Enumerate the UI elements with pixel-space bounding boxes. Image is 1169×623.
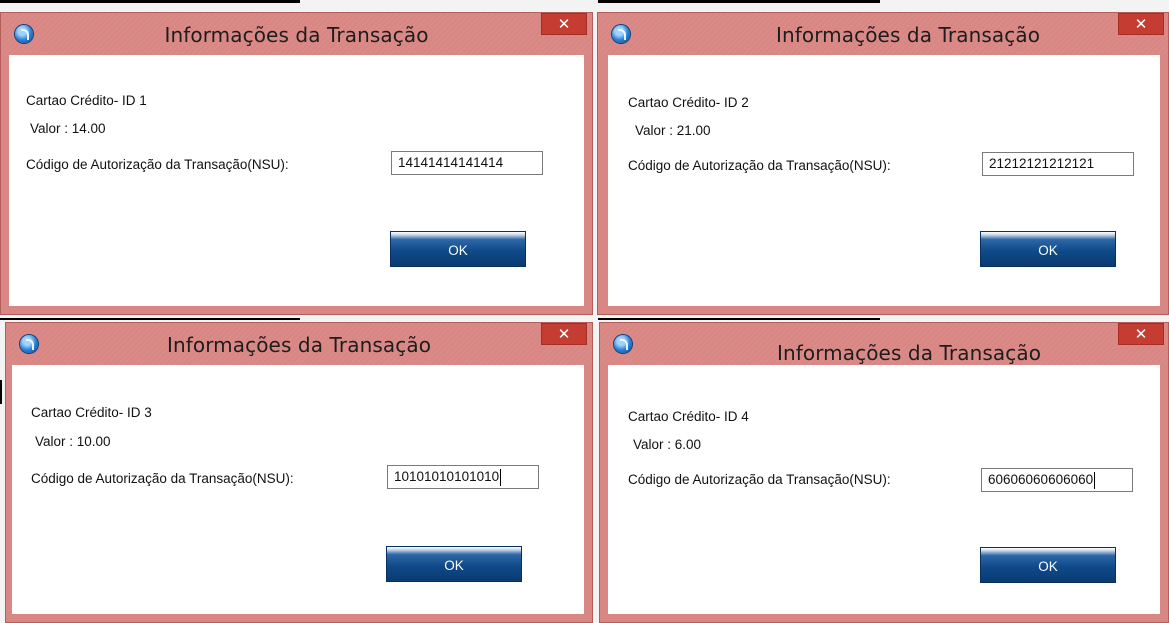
dialog-title: Informações da Transação bbox=[164, 23, 429, 47]
dialog-title: Informações da Transação bbox=[775, 23, 1041, 47]
text-caret bbox=[500, 468, 502, 486]
transaction-dialog-1: Informações da Transação ✕ Cartao Crédit… bbox=[0, 12, 593, 315]
app-logo-icon bbox=[15, 25, 33, 43]
background-window-strip bbox=[0, 380, 2, 404]
card-label: Cartao Crédito- ID 2 bbox=[628, 95, 749, 110]
card-label: Cartao Crédito- ID 1 bbox=[26, 93, 147, 108]
nsu-label: Código de Autorização da Transação(NSU): bbox=[628, 158, 891, 173]
nsu-input-value: 10101010101010 bbox=[394, 469, 500, 484]
close-button[interactable]: ✕ bbox=[541, 13, 587, 35]
valor-label: Valor : 10.00 bbox=[35, 434, 111, 449]
dialog-title: Informações da Transação bbox=[166, 333, 432, 357]
dialog-titlebar[interactable]: Informações da Transação ✕ bbox=[1, 13, 592, 55]
close-icon: ✕ bbox=[1134, 15, 1148, 33]
ok-button[interactable]: OK bbox=[386, 546, 522, 582]
valor-label: Valor : 6.00 bbox=[633, 437, 702, 452]
app-logo-icon bbox=[614, 335, 632, 353]
valor-label: Valor : 14.00 bbox=[30, 121, 106, 136]
nsu-input-value: 21212121212121 bbox=[989, 156, 1095, 171]
nsu-input[interactable]: 21212121212121 bbox=[982, 152, 1134, 176]
ok-button[interactable]: OK bbox=[980, 231, 1116, 267]
dialog-titlebar[interactable]: Informações da Transação ✕ bbox=[600, 323, 1168, 365]
close-button[interactable]: ✕ bbox=[1118, 13, 1164, 35]
app-logo-icon bbox=[612, 25, 630, 43]
dialog-content: Cartao Crédito- ID 2 Valor : 21.00 Códig… bbox=[608, 55, 1160, 306]
ok-button[interactable]: OK bbox=[390, 231, 526, 267]
nsu-input[interactable]: 14141414141414 bbox=[391, 151, 543, 175]
background-window-strip bbox=[0, 318, 300, 320]
close-icon: ✕ bbox=[557, 15, 571, 33]
background-window-strip bbox=[0, 0, 300, 3]
app-logo-icon bbox=[20, 335, 38, 353]
close-button[interactable]: ✕ bbox=[1118, 323, 1164, 345]
dialog-title: Informações da Transação bbox=[776, 341, 1042, 365]
ok-button[interactable]: OK bbox=[980, 547, 1116, 583]
valor-label: Valor : 21.00 bbox=[635, 123, 711, 138]
card-label: Cartao Crédito- ID 3 bbox=[31, 405, 152, 420]
transaction-dialog-3: Informações da Transação ✕ Cartao Crédit… bbox=[5, 322, 593, 623]
nsu-input-value: 14141414141414 bbox=[398, 155, 504, 170]
nsu-input[interactable]: 10101010101010 bbox=[387, 465, 539, 489]
card-label: Cartao Crédito- ID 4 bbox=[628, 409, 749, 424]
dialog-content: Cartao Crédito- ID 3 Valor : 10.00 Códig… bbox=[12, 365, 584, 614]
nsu-label: Código de Autorização da Transação(NSU): bbox=[628, 472, 891, 487]
close-icon: ✕ bbox=[1134, 325, 1148, 343]
dialog-content: Cartao Crédito- ID 1 Valor : 14.00 Códig… bbox=[9, 55, 584, 306]
dialog-content: Cartao Crédito- ID 4 Valor : 6.00 Código… bbox=[608, 365, 1160, 614]
transaction-dialog-2: Informações da Transação ✕ Cartao Crédit… bbox=[597, 12, 1169, 315]
nsu-input[interactable]: 60606060606060 bbox=[981, 468, 1133, 492]
background-window-strip bbox=[598, 0, 880, 3]
nsu-label: Código de Autorização da Transação(NSU): bbox=[26, 157, 289, 172]
dialog-titlebar[interactable]: Informações da Transação ✕ bbox=[6, 323, 592, 365]
nsu-label: Código de Autorização da Transação(NSU): bbox=[31, 471, 294, 486]
close-button[interactable]: ✕ bbox=[541, 323, 587, 345]
text-caret bbox=[1094, 471, 1096, 489]
background-window-strip bbox=[598, 318, 880, 320]
transaction-dialog-4: Informações da Transação ✕ Cartao Crédit… bbox=[599, 322, 1169, 623]
close-icon: ✕ bbox=[557, 325, 571, 343]
dialog-titlebar[interactable]: Informações da Transação ✕ bbox=[598, 13, 1168, 55]
nsu-input-value: 60606060606060 bbox=[988, 472, 1094, 487]
